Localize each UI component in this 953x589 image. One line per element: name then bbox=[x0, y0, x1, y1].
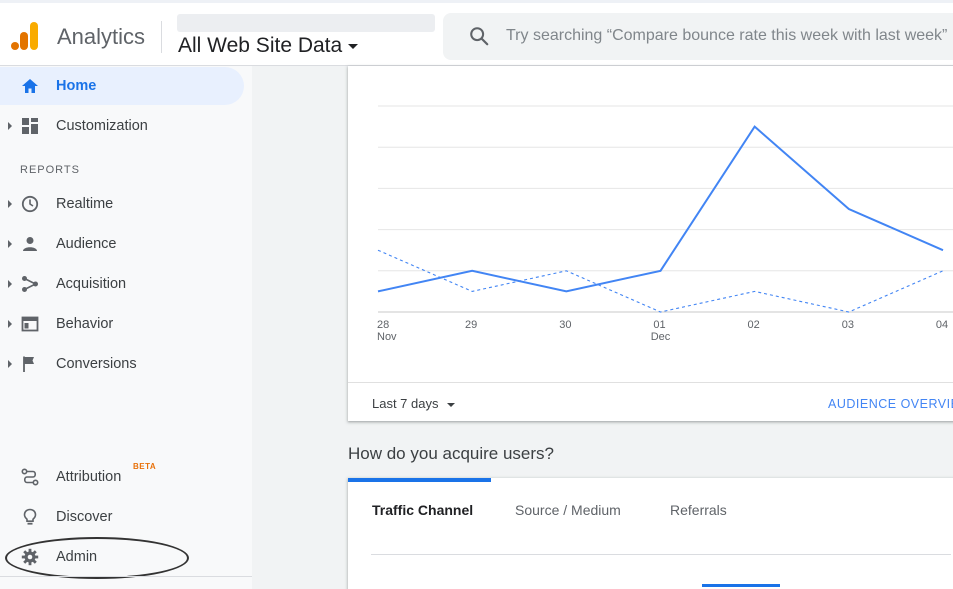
analytics-app: Analytics All Web Site Data Home Customi… bbox=[0, 0, 953, 589]
search-icon[interactable] bbox=[468, 25, 490, 47]
card-divider bbox=[348, 382, 953, 383]
expand-arrow-icon[interactable] bbox=[8, 360, 12, 368]
x-tick-label: 04 bbox=[936, 319, 948, 331]
acquisition-card: Traffic Channel Source / Medium Referral… bbox=[348, 478, 953, 589]
expand-arrow-icon[interactable] bbox=[8, 280, 12, 288]
main-content: 28 Nov 29 30 01 Dec 02 03 04 Last 7 days AUDIENC… bbox=[252, 66, 953, 589]
sessions-line-chart: 28Nov 29 30 01Dec 02 03 04 bbox=[377, 105, 953, 343]
sidebar-item-attribution[interactable]: Attribution BETA bbox=[0, 458, 252, 496]
sidebar-item-label: Acquisition bbox=[56, 276, 127, 292]
beta-badge: BETA bbox=[133, 462, 157, 471]
date-range-label: Last 7 days bbox=[372, 396, 439, 411]
account-name-redacted[interactable] bbox=[177, 14, 435, 32]
chevron-down-icon bbox=[446, 402, 455, 407]
x-tick-label: 02 bbox=[748, 319, 760, 331]
person-icon bbox=[23, 237, 37, 251]
primary-series-line bbox=[377, 125, 944, 293]
app-name: Analytics bbox=[57, 24, 146, 49]
expand-arrow-icon[interactable] bbox=[8, 320, 12, 328]
x-tick-label: 28 bbox=[377, 319, 389, 331]
behavior-icon bbox=[21, 316, 39, 332]
sidebar-item-label: Realtime bbox=[56, 196, 114, 212]
sidebar-divider bbox=[0, 576, 252, 577]
section-title: How do you acquire users? bbox=[348, 444, 555, 463]
sidebar-item-label: Discover bbox=[56, 509, 113, 525]
sidebar-item-behavior[interactable]: Behavior bbox=[0, 305, 252, 343]
sidebar-item-discover[interactable]: Discover bbox=[0, 498, 252, 536]
date-range-dropdown[interactable]: Last 7 days bbox=[372, 396, 455, 411]
x-tick-label: 30 bbox=[559, 319, 571, 331]
sidebar-item-label: Behavior bbox=[56, 316, 114, 332]
expand-arrow-icon[interactable] bbox=[8, 122, 12, 130]
flag-icon bbox=[23, 356, 34, 372]
sidebar-item-acquisition[interactable]: Acquisition bbox=[0, 265, 252, 303]
x-tick-month: Dec bbox=[651, 331, 671, 343]
sidebar-item-home[interactable]: Home bbox=[0, 67, 244, 105]
dashboard-icon bbox=[22, 118, 38, 134]
overview-chart-card: 28 Nov 29 30 01 Dec 02 03 04 Last 7 days AUDIENC… bbox=[348, 66, 953, 421]
top-bar: Analytics All Web Site Data bbox=[0, 0, 953, 66]
admin-highlight-annotation bbox=[5, 537, 189, 579]
attribution-icon bbox=[21, 468, 39, 486]
search-box[interactable] bbox=[443, 13, 953, 60]
sidebar-item-label: Customization bbox=[56, 118, 148, 134]
expand-arrow-icon[interactable] bbox=[8, 240, 12, 248]
tab-underline-rule bbox=[371, 554, 951, 555]
sidebar-item-label: Attribution bbox=[56, 469, 122, 485]
reports-section-header: REPORTS bbox=[20, 164, 80, 176]
property-selector[interactable]: All Web Site Data bbox=[178, 34, 359, 58]
x-tick-month: Nov bbox=[377, 331, 397, 343]
chevron-down-icon bbox=[348, 43, 359, 49]
x-tick-label: 29 bbox=[465, 319, 477, 331]
x-tick-label: 01 bbox=[653, 319, 665, 331]
search-input[interactable] bbox=[506, 25, 953, 47]
expand-arrow-icon[interactable] bbox=[8, 200, 12, 208]
sidebar-item-label: Home bbox=[56, 78, 97, 94]
header-divider bbox=[161, 21, 162, 53]
sidebar-item-conversions[interactable]: Conversions bbox=[0, 345, 252, 383]
sidebar-item-audience[interactable]: Audience bbox=[0, 225, 252, 263]
audience-overview-link[interactable]: AUDIENCE OVERVIEW bbox=[828, 397, 953, 411]
analytics-logo-icon[interactable] bbox=[10, 20, 40, 52]
x-tick-label: 03 bbox=[842, 319, 854, 331]
tab-traffic-channel[interactable]: Traffic Channel bbox=[372, 502, 473, 518]
tab-referrals[interactable]: Referrals bbox=[670, 502, 727, 518]
sidebar-item-label: Conversions bbox=[56, 356, 137, 372]
property-name: All Web Site Data bbox=[178, 34, 343, 57]
comparison-series-line bbox=[377, 249, 944, 313]
active-tab-indicator bbox=[348, 478, 491, 482]
sidebar-item-label: Audience bbox=[56, 236, 117, 252]
home-icon bbox=[22, 79, 38, 93]
clock-icon bbox=[21, 195, 39, 213]
sidebar-item-realtime[interactable]: Realtime bbox=[0, 185, 252, 223]
chart-bar bbox=[702, 584, 780, 587]
lightbulb-icon bbox=[23, 508, 37, 525]
tab-source-medium[interactable]: Source / Medium bbox=[515, 502, 621, 518]
sidebar: Home Customization REPORTS Realtime Audi… bbox=[0, 66, 252, 589]
acquisition-icon bbox=[22, 276, 38, 292]
sidebar-item-customization[interactable]: Customization bbox=[0, 107, 252, 145]
